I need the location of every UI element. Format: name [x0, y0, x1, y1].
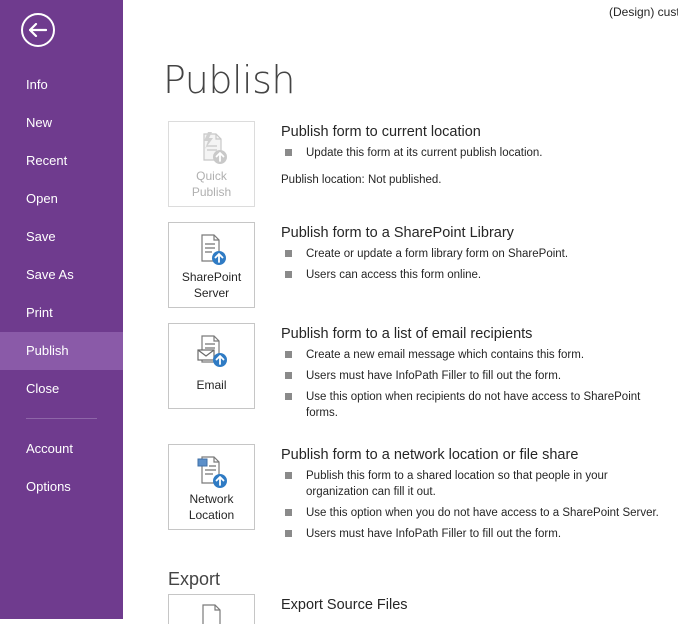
email-button[interactable]: Email [168, 323, 255, 409]
section-title-current-location: Publish form to current location [281, 124, 481, 140]
bullet-text: Users must have InfoPath Filler to fill … [306, 528, 562, 540]
quick-publish-icon [202, 132, 227, 164]
sidebar-item-recent[interactable]: Recent [0, 142, 123, 180]
bullet-text: Use this option when recipients do not h… [306, 391, 641, 419]
bullet-marker [285, 509, 292, 516]
sharepoint-server-button[interactable]: SharePoint Server [168, 222, 255, 308]
sidebar-item-account[interactable]: Account [0, 430, 123, 468]
back-arrow-icon [29, 23, 47, 37]
sidebar-item-save-as[interactable]: Save As [0, 256, 123, 294]
sidebar-item-open[interactable]: Open [0, 180, 123, 218]
bullet-text: Use this option when you do not have acc… [306, 507, 659, 519]
sidebar-item-options[interactable]: Options [0, 468, 123, 506]
network-location-button[interactable]: Network Location [168, 444, 255, 530]
sidebar-item-save[interactable]: Save [0, 218, 123, 256]
sharepoint-icon [200, 234, 226, 265]
bullet-marker [285, 250, 292, 257]
bullet-text: Create or update a form library form on … [306, 248, 569, 260]
bullet-text: Users can access this form online. [306, 269, 482, 281]
network-location-label: Network Location [188, 492, 235, 522]
email-icon [196, 335, 227, 367]
page-title: Publish [163, 58, 295, 102]
export-source-files-button[interactable] [168, 594, 255, 624]
bullet-marker [285, 149, 292, 156]
bullet-text: Users must have InfoPath Filler to fill … [306, 370, 562, 382]
sharepoint-server-label: SharePoint Server [181, 270, 242, 300]
sidebar-item-info[interactable]: Info [0, 66, 123, 104]
bullet-text: Create a new email message which contain… [306, 349, 585, 361]
bullet-text: Update this form at its current publish … [306, 147, 543, 159]
user-label: (Design) cust [609, 5, 678, 19]
sidebar-item-new[interactable]: New [0, 104, 123, 142]
backstage-sidebar: Info New Recent Open Save Save As Print … [0, 0, 123, 619]
bullet-marker [285, 393, 292, 400]
publish-location-note: Publish location: Not published. [281, 174, 442, 186]
bullet-marker [285, 472, 292, 479]
sidebar-item-print[interactable]: Print [0, 294, 123, 332]
quick-publish-button[interactable]: Quick Publish [168, 121, 255, 207]
export-heading: Export [168, 569, 221, 589]
section-title-email-recipients: Publish form to a list of email recipien… [281, 326, 533, 342]
bullet-marker [285, 372, 292, 379]
section-title-sharepoint-library: Publish form to a SharePoint Library [281, 225, 514, 241]
sidebar-divider [26, 418, 97, 419]
network-location-icon [197, 456, 227, 488]
bullet-text: Publish this form to a shared location s… [306, 470, 608, 498]
bullet-marker [285, 271, 292, 278]
quick-publish-label: Quick Publish [191, 169, 232, 199]
back-button[interactable] [21, 13, 55, 47]
export-files-icon [202, 604, 221, 624]
bullet-marker [285, 351, 292, 358]
sidebar-item-publish[interactable]: Publish [0, 332, 123, 370]
section-title-export-source-files: Export Source Files [281, 597, 408, 613]
email-label: Email [196, 378, 227, 392]
section-title-network-location: Publish form to a network location or fi… [281, 447, 579, 463]
bullet-marker [285, 530, 292, 537]
sidebar-item-close[interactable]: Close [0, 370, 123, 408]
